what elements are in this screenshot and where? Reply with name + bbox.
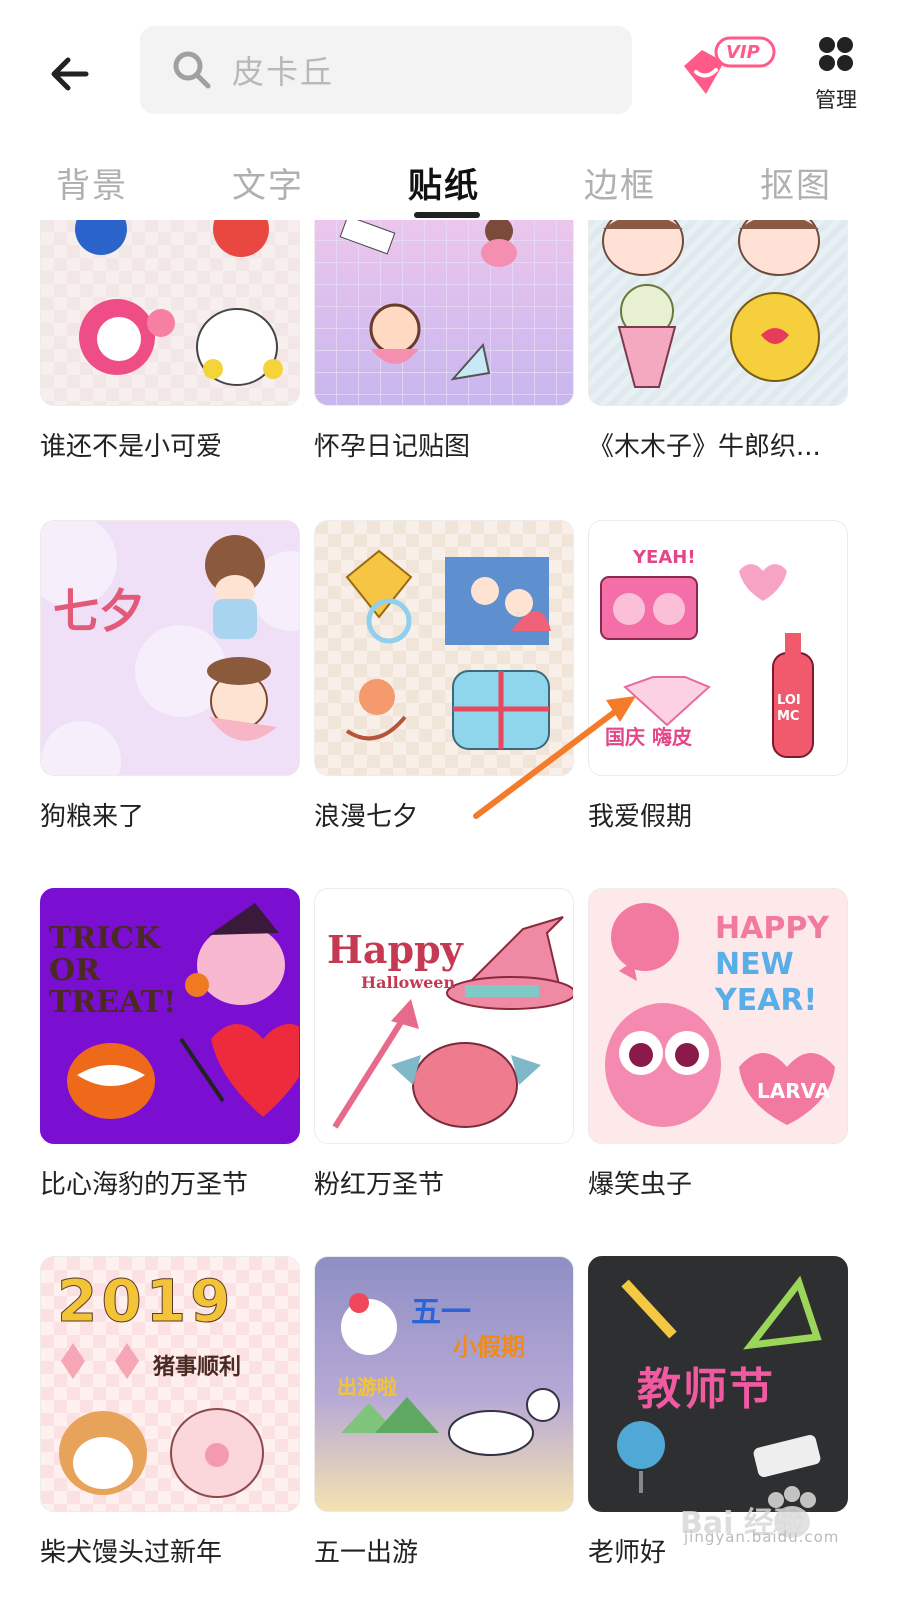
tab-frame[interactable]: 边框 bbox=[584, 158, 656, 207]
sticker-thumbnail: HAPPY NEW YEAR! LARVA bbox=[588, 888, 848, 1144]
watermark-url: jingyan.baidu.com bbox=[684, 1528, 840, 1546]
sticker-thumb-text: LARVA bbox=[757, 1079, 831, 1103]
sticker-card[interactable]: 怀孕日记贴图 bbox=[314, 220, 574, 463]
sticker-thumb-text: NEW bbox=[715, 947, 794, 982]
sticker-thumb-text: 2019 bbox=[56, 1267, 235, 1336]
sticker-title: 粉红万圣节 bbox=[314, 1170, 445, 1200]
sticker-card[interactable]: YEAH! 国庆 嗨皮 LOI MC 我爱假期 bbox=[588, 520, 848, 833]
sticker-thumbnail: YEAH! 国庆 嗨皮 LOI MC bbox=[588, 520, 848, 776]
sticker-card[interactable]: TRICK OR TREAT! 比心海豹的万圣节 bbox=[40, 888, 300, 1201]
active-tab-indicator bbox=[414, 212, 480, 218]
manage-label: 管理 bbox=[815, 88, 857, 112]
sticker-grid: 谁还不是小可爱 怀孕日记贴图 《木木子》牛郎织... 七夕 狗粮来了 浪漫七夕 … bbox=[0, 220, 900, 1600]
sticker-title: 五一出游 bbox=[314, 1538, 419, 1568]
sticker-thumb-text: 五一 bbox=[411, 1295, 471, 1330]
sticker-card[interactable]: 七夕 狗粮来了 bbox=[40, 520, 300, 833]
sticker-thumbnail bbox=[588, 220, 848, 406]
top-bar: 皮卡丘 VIP 管理 bbox=[0, 0, 900, 150]
sticker-title: 爆笑虫子 bbox=[588, 1170, 693, 1200]
back-button[interactable] bbox=[40, 44, 100, 104]
sticker-thumbnail bbox=[40, 220, 300, 406]
sticker-thumbnail bbox=[314, 520, 574, 776]
manage-button[interactable]: 管理 bbox=[806, 34, 866, 120]
search-placeholder: 皮卡丘 bbox=[232, 53, 335, 91]
sticker-thumbnail bbox=[314, 220, 574, 406]
vip-heart-icon bbox=[684, 36, 776, 94]
sticker-thumb-text: 猪事顺利 bbox=[153, 1355, 242, 1380]
sticker-thumb-text: YEAH! bbox=[633, 547, 696, 568]
sticker-thumb-text: TRICK OR TREAT! bbox=[49, 921, 177, 1020]
sticker-thumb-text: YEAR! bbox=[715, 983, 818, 1018]
sticker-title: 《木木子》牛郎织... bbox=[588, 432, 821, 462]
sticker-title: 比心海豹的万圣节 bbox=[40, 1170, 249, 1200]
sticker-thumbnail: TRICK OR TREAT! bbox=[40, 888, 300, 1144]
sticker-thumb-text: 出游啦 bbox=[337, 1375, 397, 1399]
sticker-card[interactable]: HAPPY NEW YEAR! LARVA 爆笑虫子 bbox=[588, 888, 848, 1201]
sticker-thumbnail: 五一 小假期 出游啦 bbox=[314, 1256, 574, 1512]
sticker-card[interactable]: 2019 猪事顺利 柴犬馒头过新年 bbox=[40, 1256, 300, 1569]
vip-button[interactable]: VIP bbox=[668, 32, 780, 106]
sticker-thumb-text: Halloween bbox=[361, 973, 456, 992]
sticker-thumbnail: 2019 猪事顺利 bbox=[40, 1256, 300, 1512]
sticker-title: 我爱假期 bbox=[588, 802, 693, 832]
sticker-title: 怀孕日记贴图 bbox=[314, 432, 471, 462]
category-tabs: 背景 文字 贴纸 边框 抠图 bbox=[0, 150, 900, 220]
sticker-card[interactable]: 五一 小假期 出游啦 五一出游 bbox=[314, 1256, 574, 1569]
sticker-thumb-text: Happy bbox=[327, 927, 463, 972]
sticker-thumb-text: HAPPY bbox=[715, 911, 830, 946]
sticker-thumbnail: 七夕 bbox=[40, 520, 300, 776]
sticker-thumbnail: Happy Halloween bbox=[314, 888, 574, 1144]
sticker-card[interactable]: Happy Halloween 粉红万圣节 bbox=[314, 888, 574, 1201]
grid-icon bbox=[819, 37, 853, 71]
sticker-card[interactable]: 《木木子》牛郎织... bbox=[588, 220, 848, 463]
sticker-title: 谁还不是小可爱 bbox=[40, 432, 223, 462]
sticker-card[interactable]: 浪漫七夕 bbox=[314, 520, 574, 833]
vip-badge: VIP bbox=[726, 42, 760, 63]
search-box[interactable]: 皮卡丘 bbox=[140, 26, 632, 114]
tab-cutout[interactable]: 抠图 bbox=[760, 158, 832, 207]
sticker-card[interactable]: 谁还不是小可爱 bbox=[40, 220, 300, 463]
sticker-thumb-text: 小假期 bbox=[453, 1333, 525, 1361]
back-arrow-icon bbox=[51, 57, 89, 91]
tab-background[interactable]: 背景 bbox=[56, 158, 128, 207]
search-icon bbox=[173, 51, 211, 89]
sticker-thumb-text: 国庆 嗨皮 bbox=[605, 725, 692, 749]
tab-text[interactable]: 文字 bbox=[232, 158, 304, 207]
sticker-thumb-text: 教师节 bbox=[637, 1364, 775, 1415]
sticker-title: 狗粮来了 bbox=[40, 802, 145, 832]
baidu-watermark: Bai 经验 bbox=[680, 1460, 880, 1570]
tab-stickers[interactable]: 贴纸 bbox=[408, 158, 480, 207]
sticker-title: 浪漫七夕 bbox=[314, 802, 419, 832]
sticker-thumb-text: LOI MC bbox=[777, 693, 801, 724]
sticker-title: 柴犬馒头过新年 bbox=[40, 1538, 223, 1568]
sticker-thumb-text: 七夕 bbox=[53, 584, 145, 638]
